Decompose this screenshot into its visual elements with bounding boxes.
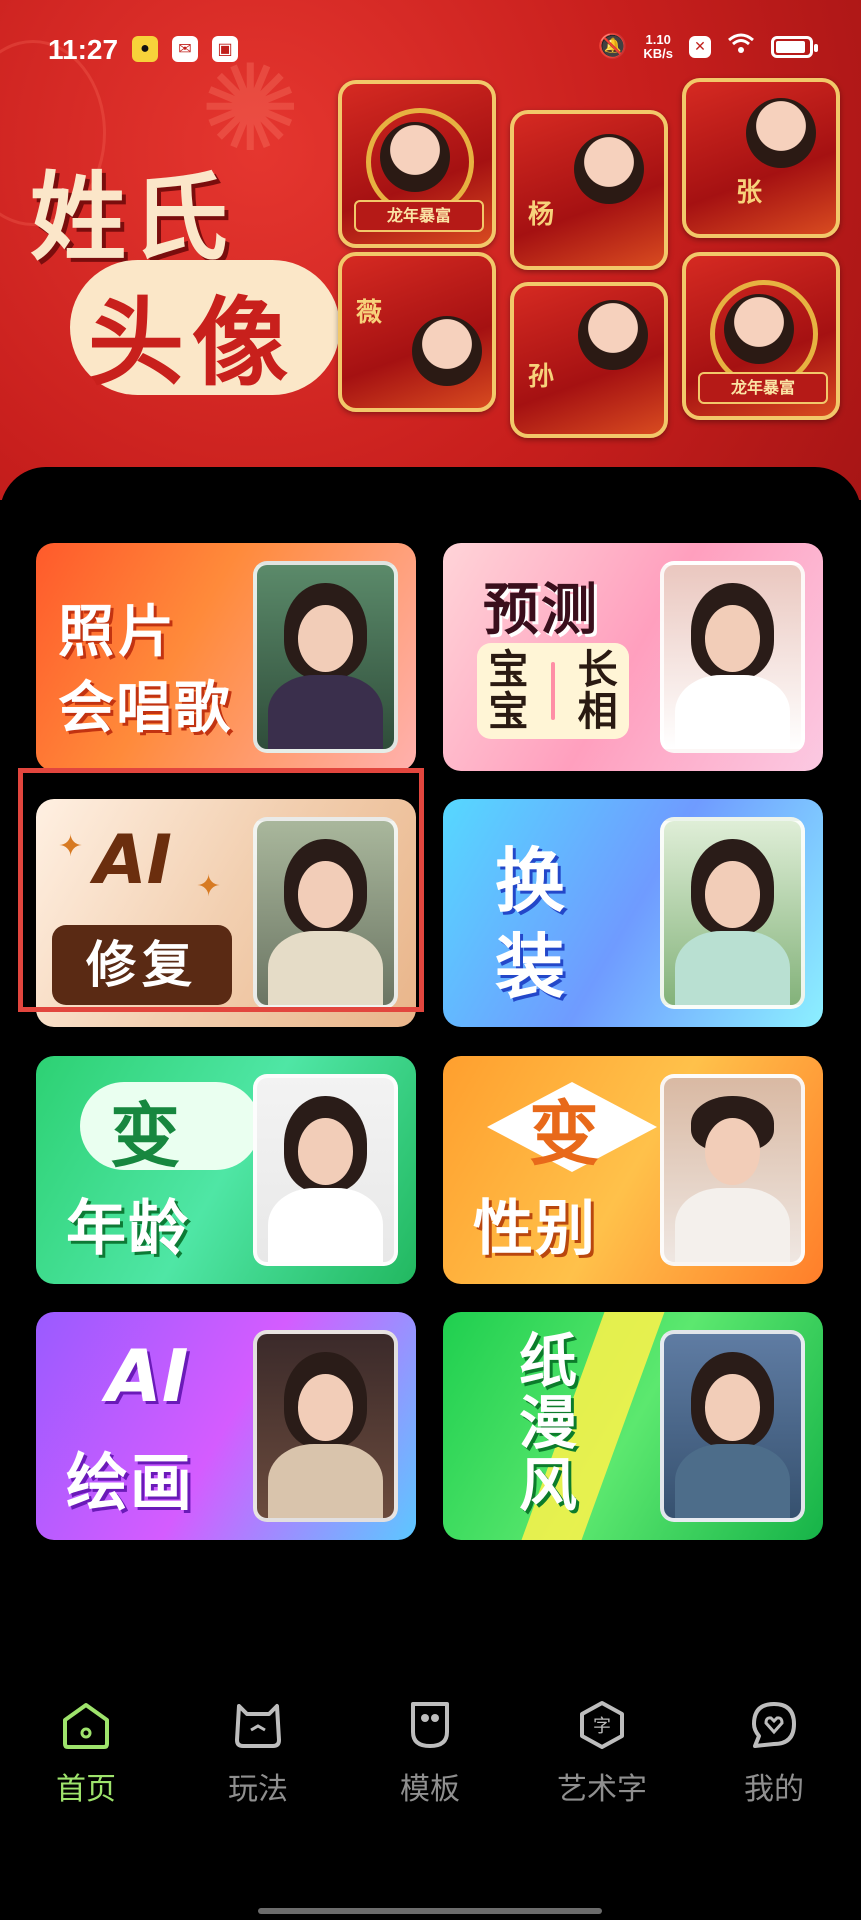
banner-title-line2: 头像 bbox=[88, 287, 296, 399]
inbox-icon: ▣ bbox=[212, 36, 238, 62]
battery-level bbox=[776, 40, 805, 53]
thumbnail-surname: 薇 bbox=[356, 298, 383, 328]
message-icon: ✉ bbox=[172, 36, 198, 62]
avatar-face bbox=[746, 98, 816, 168]
card-outfit-line2: 装 bbox=[495, 926, 565, 1008]
card-predict-box-right: 长相 bbox=[577, 647, 618, 735]
avatar-face bbox=[724, 294, 794, 364]
card-change-age[interactable]: 变 年龄 bbox=[36, 1056, 416, 1284]
tab-art-text[interactable]: 字 艺术字 bbox=[542, 1700, 662, 1808]
avatar-face bbox=[412, 316, 482, 386]
card-gender-line2: 性别 bbox=[473, 1194, 597, 1264]
card-predict-line1: 预测 bbox=[483, 578, 599, 643]
bottom-tab-bar: 首页 玩法 模板 字 艺术字 我的 bbox=[0, 1700, 861, 1840]
art-text-icon: 字 bbox=[580, 1701, 624, 1749]
tab-play[interactable]: 玩法 bbox=[198, 1700, 318, 1808]
tab-play-label: 玩法 bbox=[228, 1772, 288, 1807]
card-comic-photo bbox=[660, 1330, 805, 1522]
card-age-line1: 变 bbox=[110, 1095, 180, 1177]
card-predict-box: 宝宝 长相 bbox=[477, 643, 629, 739]
home-indicator[interactable] bbox=[258, 1908, 602, 1914]
card-predict-photo bbox=[660, 561, 805, 753]
card-gender-photo bbox=[660, 1074, 805, 1266]
network-speed-unit: KB/s bbox=[643, 45, 673, 61]
avatar-thumbnail: 张 bbox=[682, 78, 840, 238]
network-speed: 1.10 KB/s bbox=[643, 31, 673, 61]
qq-icon: ● bbox=[132, 36, 158, 62]
tab-home-label: 首页 bbox=[56, 1772, 116, 1807]
avatar-thumbnail: 杨 bbox=[510, 110, 668, 270]
home-icon bbox=[63, 1703, 109, 1749]
card-draw-line1: AI bbox=[106, 1334, 189, 1418]
card-predict-baby[interactable]: 预测 宝宝 长相 bbox=[443, 543, 823, 771]
card-change-gender[interactable]: 变 性别 bbox=[443, 1056, 823, 1284]
thumbnail-ribbon: 龙年暴富 bbox=[354, 200, 484, 232]
card-draw-photo bbox=[253, 1330, 398, 1522]
thumbnail-surname: 张 bbox=[736, 178, 763, 208]
system-icons: 🔕 1.10 KB/s ✕ bbox=[597, 31, 818, 61]
card-gender-line1: 变 bbox=[529, 1093, 599, 1175]
card-age-photo bbox=[253, 1074, 398, 1266]
notification-icons: ● ✉ ▣ bbox=[132, 36, 238, 62]
card-ai-drawing[interactable]: AI 绘画 bbox=[36, 1312, 416, 1540]
card-comic-label: 纸漫风 bbox=[519, 1327, 578, 1519]
card-sing-line2: 会唱歌 bbox=[58, 676, 232, 741]
tab-art-text-label: 艺术字 bbox=[557, 1772, 647, 1807]
card-age-line2: 年龄 bbox=[66, 1194, 190, 1264]
card-outfit-change[interactable]: 换 装 bbox=[443, 799, 823, 1027]
svg-text:字: 字 bbox=[593, 1716, 611, 1737]
divider bbox=[550, 662, 555, 720]
avatar-face bbox=[574, 134, 644, 204]
profile-icon bbox=[752, 1702, 796, 1748]
tab-template[interactable]: 模板 bbox=[370, 1700, 490, 1808]
card-outfit-photo bbox=[660, 817, 805, 1009]
mute-icon: 🔕 bbox=[597, 33, 628, 60]
card-draw-line2: 绘画 bbox=[66, 1446, 195, 1519]
avatar-thumbnail: 龙年暴富 bbox=[338, 80, 496, 248]
thumbnail-surname: 杨 bbox=[528, 200, 555, 230]
thumbnail-ribbon: 龙年暴富 bbox=[698, 372, 828, 404]
status-time: 11:27 bbox=[48, 34, 119, 65]
avatar-thumbnail: 龙年暴富 bbox=[682, 252, 840, 420]
sim-off-icon: ✕ bbox=[689, 35, 711, 58]
battery-icon bbox=[771, 35, 818, 58]
tab-home[interactable]: 首页 bbox=[26, 1700, 146, 1808]
tab-profile[interactable]: 我的 bbox=[714, 1700, 834, 1808]
play-icon bbox=[235, 1704, 281, 1748]
wifi-icon bbox=[727, 32, 755, 61]
card-paper-comic[interactable]: 纸漫风 bbox=[443, 1312, 823, 1540]
card-sing-photo bbox=[253, 561, 398, 753]
card-predict-box-left: 宝宝 bbox=[488, 647, 529, 735]
tab-template-label: 模板 bbox=[400, 1772, 460, 1807]
avatar-face bbox=[380, 122, 450, 192]
avatar-thumbnail: 薇 bbox=[338, 252, 496, 412]
template-icon bbox=[411, 1702, 449, 1748]
banner-title: 姓氏 头像 bbox=[30, 140, 340, 400]
banner-title-line1: 姓氏 bbox=[30, 162, 234, 274]
avatar-thumbnail: 孙 bbox=[510, 282, 668, 438]
thumbnail-surname: 孙 bbox=[528, 362, 555, 392]
card-photo-sing[interactable]: 照片 会唱歌 bbox=[36, 543, 416, 771]
card-sing-line1: 照片 bbox=[58, 600, 178, 665]
tab-profile-label: 我的 bbox=[744, 1772, 804, 1807]
network-speed-value: 1.10 bbox=[645, 31, 671, 47]
status-bar: 11:27 ● ✉ ▣ 🔕 1.10 KB/s ✕ bbox=[0, 0, 861, 100]
selection-highlight bbox=[18, 768, 424, 1012]
avatar-face bbox=[578, 300, 648, 370]
